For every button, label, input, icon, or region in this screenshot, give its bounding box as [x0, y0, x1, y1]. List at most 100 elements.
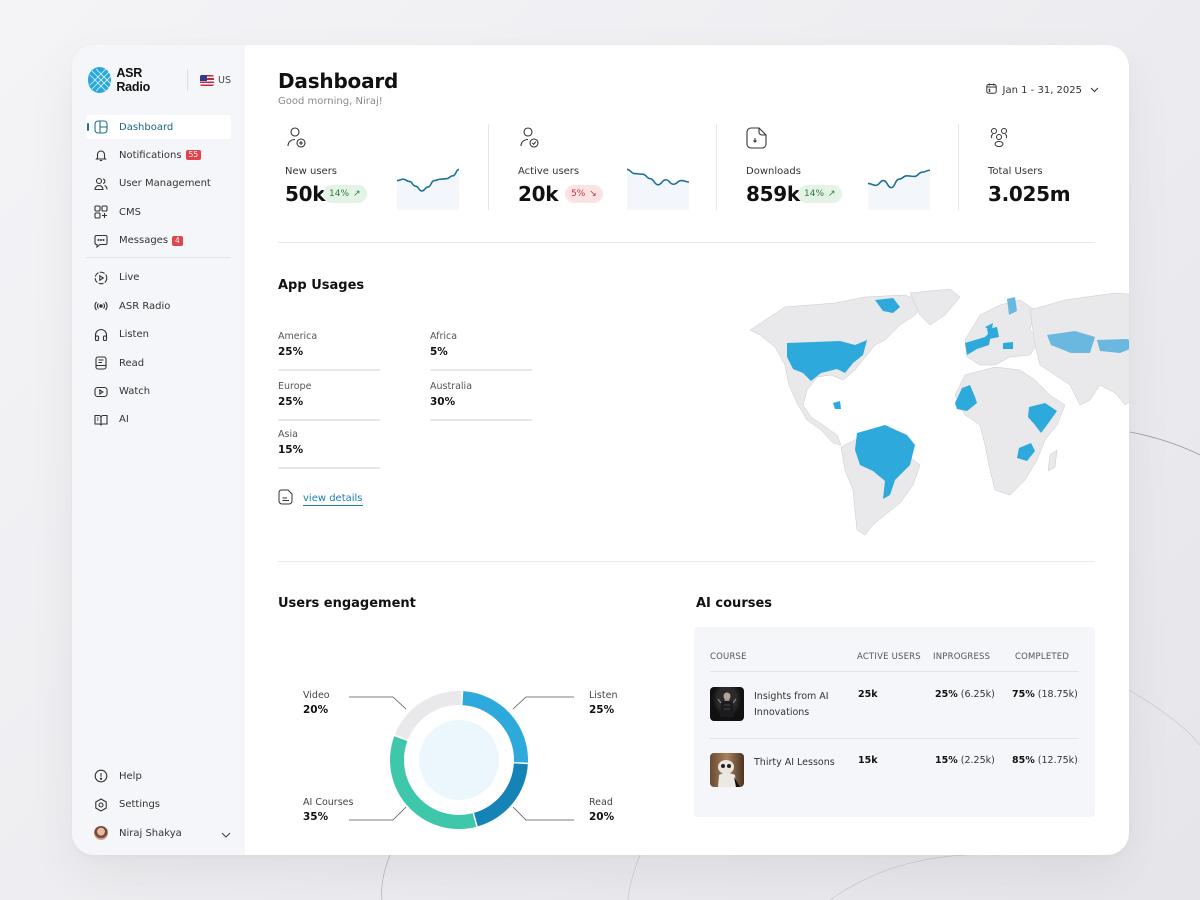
live-play-icon [94, 271, 108, 285]
sidebar-item-label: Dashboard [119, 121, 174, 133]
secondary-nav: Live ASR Radio Listen Read Watch AI [86, 266, 231, 432]
info-circle-icon [94, 769, 108, 783]
column-inprogress[interactable]: INPROGRESS [933, 652, 990, 662]
region-europe: Europe 25% [278, 381, 380, 421]
sparkline-area [868, 170, 930, 210]
region-value: 30% [430, 396, 456, 408]
inprogress-cell: 25% (6.25k) [935, 689, 995, 700]
column-active-users[interactable]: ACTIVE USERS [857, 652, 921, 662]
sidebar-footer: Help Settings Niraj Shakya [86, 764, 231, 845]
date-range-picker[interactable]: Jan 1 - 31, 2025 [985, 83, 1099, 97]
sidebar-item-notifications[interactable]: Notifications 55 [86, 143, 231, 167]
sidebar-item-asr-radio[interactable]: ASR Radio [86, 294, 231, 318]
sidebar-item-listen[interactable]: Listen [86, 323, 231, 347]
sidebar: ASR Radio US Dashboard Notifications 55 [72, 45, 245, 855]
sidebar-item-live[interactable]: Live [86, 266, 231, 290]
broadcast-icon [94, 299, 108, 313]
app-usage-title: App Usages [278, 278, 365, 293]
sparkline-new-users [397, 168, 459, 210]
bell-icon [94, 148, 108, 162]
report-icon [278, 489, 294, 509]
sparkline-area [397, 169, 459, 210]
course-name[interactable]: Thirty AI Lessons [754, 755, 844, 771]
brand-name: ASR Radio [116, 66, 151, 94]
sidebar-item-label: Notifications [119, 149, 182, 161]
message-icon [94, 234, 108, 248]
view-details-label: view details [303, 492, 363, 506]
map-germany[interactable] [987, 327, 999, 339]
settings-icon [94, 797, 108, 812]
legend-name: Video [303, 690, 330, 701]
sidebar-item-watch[interactable]: Watch [86, 380, 231, 404]
leader-line-read [512, 806, 574, 821]
completed-count: (12.75k) [1037, 755, 1078, 766]
leader-line-ai-courses [349, 806, 407, 821]
legend-listen: Listen 25% [589, 690, 617, 716]
user-menu[interactable]: Niraj Shakya [86, 821, 231, 845]
trend-value: 14% [329, 189, 350, 199]
message-count-badge: 4 [172, 235, 183, 246]
stat-card-new-users[interactable]: New users 50k 14% ↗ [278, 124, 488, 210]
stat-card-active-users[interactable]: Active users 20k 5% ↘ [488, 124, 716, 210]
stat-card-total-users[interactable]: Total Users 3.025m [958, 124, 1095, 210]
map-mongolia[interactable] [1097, 339, 1129, 353]
locale-selector[interactable]: US [218, 75, 231, 86]
sidebar-item-read[interactable]: Read [86, 351, 231, 375]
sidebar-item-messages[interactable]: Messages 4 [86, 229, 231, 253]
inprogress-pct: 25% [935, 689, 958, 700]
column-completed[interactable]: COMPLETED [1015, 652, 1069, 662]
grid-plus-icon [94, 205, 108, 219]
sidebar-item-cms[interactable]: CMS [86, 200, 231, 224]
user-name: Niraj Shakya [119, 827, 182, 839]
sidebar-item-user-management[interactable]: User Management [86, 172, 231, 196]
sidebar-item-dashboard[interactable]: Dashboard [86, 115, 231, 139]
legend-ai-courses: AI Courses 35% [303, 797, 353, 823]
table-row[interactable]: Insights from AI Innovations 25k 25% (6.… [710, 673, 1079, 739]
arrow-up-right-icon: ↗ [353, 189, 361, 199]
brand-logo-icon [88, 67, 112, 93]
course-name[interactable]: Insights from AI Innovations [754, 689, 844, 721]
ai-courses-title: AI courses [696, 596, 773, 611]
world-usage-map[interactable] [745, 285, 1129, 535]
active-users-cell: 15k [858, 755, 878, 766]
view-details-link[interactable]: view details [278, 489, 363, 509]
document-icon [94, 356, 108, 370]
section-divider [278, 561, 1095, 562]
greeting: Good morning, Niraj! [278, 96, 383, 107]
trend-badge-up: 14% ↗ [323, 185, 367, 203]
column-course[interactable]: COURSE [710, 652, 747, 662]
map-romania[interactable] [1003, 342, 1013, 349]
main-content: Dashboard Good morning, Niraj! Jan 1 - 3… [245, 45, 1129, 855]
region-asia: Asia 15% [278, 429, 380, 469]
app-window: ASR Radio US Dashboard Notifications 55 [72, 45, 1129, 855]
stat-label: Downloads [746, 166, 801, 177]
sidebar-item-label: Watch [119, 386, 151, 398]
sidebar-item-settings[interactable]: Settings [86, 793, 231, 817]
map-europe [964, 299, 1041, 366]
inprogress-cell: 15% (2.25k) [935, 755, 995, 766]
active-users-cell: 25k [858, 689, 878, 700]
calendar-icon [985, 83, 997, 97]
map-central-america[interactable] [833, 401, 841, 409]
active-users-value: 15k [858, 755, 878, 766]
sidebar-item-help[interactable]: Help [86, 764, 231, 788]
us-flag-icon[interactable] [199, 74, 214, 86]
nav-divider [86, 256, 231, 258]
sparkline-downloads [868, 169, 930, 210]
trend-badge-down: 5% ↘ [565, 185, 603, 203]
legend-name: Listen [589, 690, 618, 701]
region-australia: Australia 30% [430, 381, 532, 421]
sidebar-item-ai[interactable]: AI [86, 408, 231, 432]
region-name: Australia [430, 381, 473, 392]
region-value: 5% [430, 346, 448, 358]
sidebar-item-label: Read [119, 357, 145, 369]
section-divider [278, 242, 1095, 243]
chevron-down-icon[interactable] [221, 824, 231, 843]
arrow-up-right-icon: ↗ [828, 189, 836, 199]
sidebar-item-label: Settings [119, 799, 161, 811]
inprogress-count: (2.25k) [960, 755, 995, 766]
region-value: 15% [278, 444, 304, 456]
table-row[interactable]: Thirty AI Lessons 15k 15% (2.25k) 85% (1… [710, 739, 1079, 805]
stat-card-downloads[interactable]: Downloads 859k 14% ↗ [716, 124, 958, 210]
region-name: Europe [278, 381, 312, 392]
